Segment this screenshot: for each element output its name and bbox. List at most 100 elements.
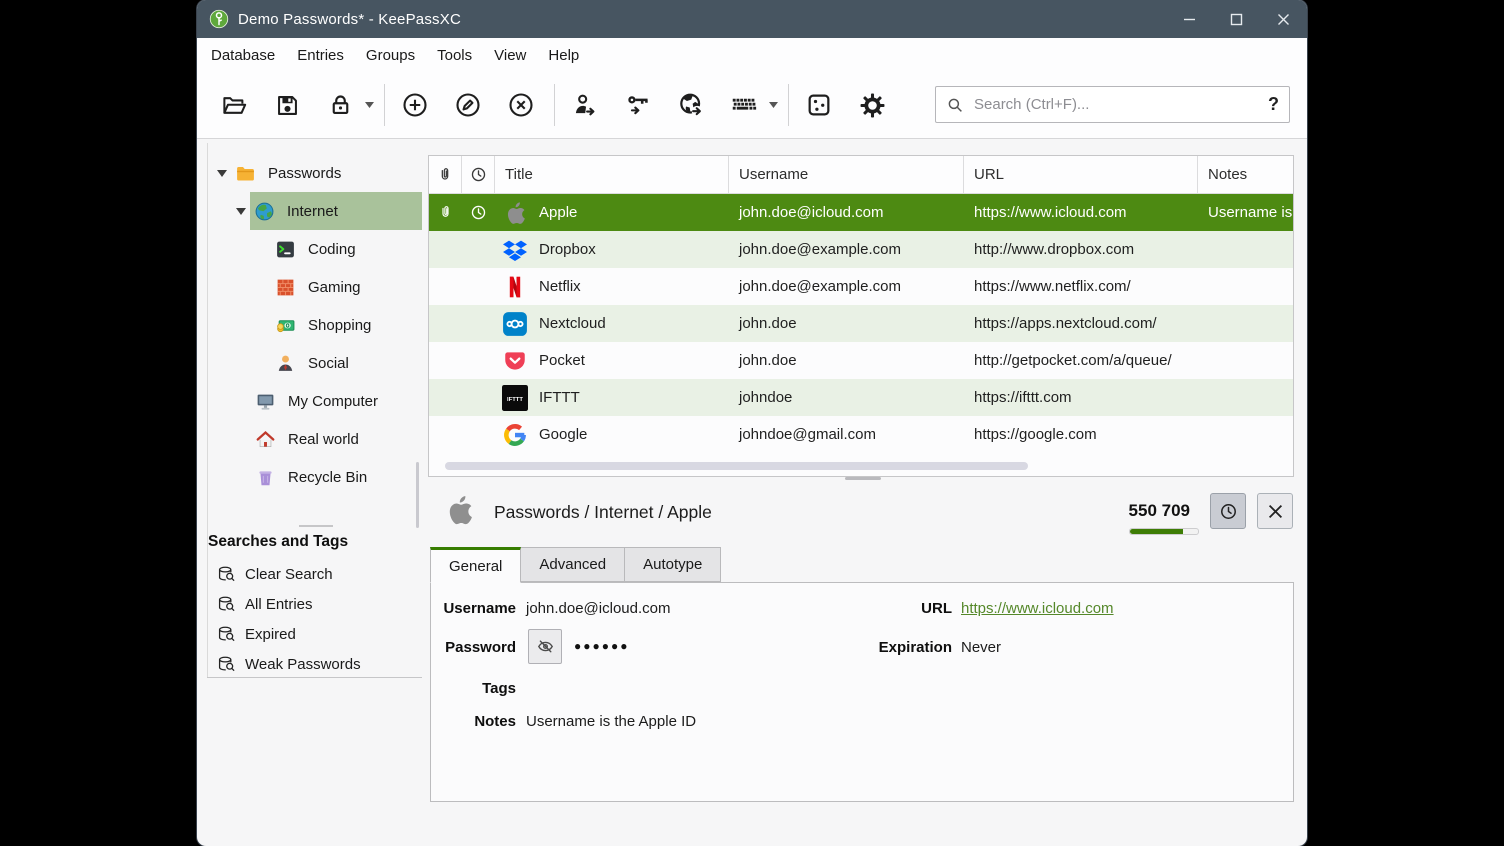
tree-item-shopping[interactable]: Shopping (208, 306, 422, 344)
url-column-header[interactable]: URL (964, 156, 1198, 193)
nextcloud-icon (502, 311, 528, 337)
tree-item-social[interactable]: Social (208, 344, 422, 382)
folder-icon (235, 163, 256, 184)
search-input[interactable] (972, 95, 1260, 114)
open-url-button[interactable] (669, 83, 713, 127)
tree-item-real-world[interactable]: Real world (208, 420, 422, 458)
copy-username-icon (571, 91, 599, 119)
tree-scrollbar[interactable] (416, 462, 419, 528)
open-database-button[interactable] (212, 83, 256, 127)
table-horizontal-scrollbar[interactable] (445, 462, 1028, 470)
tree-item-passwords[interactable]: Passwords (208, 154, 422, 192)
clock-icon (1219, 502, 1238, 521)
menu-database[interactable]: Database (200, 41, 286, 69)
entry-url: https://google.com (964, 426, 1198, 443)
lock-icon (327, 92, 354, 119)
database-search-icon (217, 565, 236, 584)
globe-icon (254, 201, 275, 222)
table-row-ifttt[interactable]: IFTTT IFTTT johndoe https://ifttt.com (429, 379, 1293, 416)
username-value: john.doe@icloud.com (526, 600, 670, 617)
entry-history-button[interactable] (1210, 493, 1246, 529)
save-database-button[interactable] (265, 83, 309, 127)
lock-dropdown-arrow[interactable] (362, 83, 376, 127)
menu-entries[interactable]: Entries (286, 41, 355, 69)
autotype-dropdown-arrow[interactable] (766, 83, 780, 127)
close-preview-button[interactable] (1257, 493, 1293, 529)
tree-item-coding[interactable]: Coding (208, 230, 422, 268)
entry-url: http://getpocket.com/a/queue/ (964, 352, 1198, 369)
expand-arrow[interactable] (215, 170, 229, 177)
tree-item-internet[interactable]: Internet (208, 192, 422, 230)
table-row-dropbox[interactable]: Dropbox john.doe@example.com http://www.… (429, 231, 1293, 268)
username-column-header[interactable]: Username (729, 156, 964, 193)
password-generator-button[interactable] (797, 83, 841, 127)
menu-view[interactable]: View (483, 41, 537, 69)
trash-icon (255, 467, 276, 488)
settings-button[interactable] (850, 83, 894, 127)
copy-username-button[interactable] (563, 83, 607, 127)
tab-general[interactable]: General (430, 547, 521, 583)
tree-item-gaming[interactable]: Gaming (208, 268, 422, 306)
entry-url: https://www.icloud.com (964, 204, 1198, 221)
lock-database-button[interactable] (318, 83, 362, 127)
edit-entry-button[interactable] (446, 83, 490, 127)
searches-and-tags: Searches and Tags Clear Search All Entri… (208, 524, 420, 679)
tab-autotype[interactable]: Autotype (625, 547, 721, 582)
close-window-button[interactable] (1260, 0, 1307, 38)
panel-splitter-handle[interactable] (845, 477, 881, 480)
table-row-netflix[interactable]: Netflix john.doe@example.com https://www… (429, 268, 1293, 305)
search-item-expired[interactable]: Expired (208, 619, 420, 649)
titlebar[interactable]: Demo Passwords* - KeePassXC (197, 0, 1307, 38)
title-column-header[interactable]: Title (495, 156, 729, 193)
add-entry-button[interactable] (393, 83, 437, 127)
tree-item-label: Social (308, 355, 349, 372)
tab-advanced[interactable]: Advanced (521, 547, 625, 582)
delete-entry-button[interactable] (499, 83, 543, 127)
searches-title: Searches and Tags (208, 533, 420, 551)
reveal-password-button[interactable] (528, 629, 562, 664)
search-item-clear-search[interactable]: Clear Search (208, 559, 420, 589)
menu-help[interactable]: Help (537, 41, 590, 69)
globe-arrow-icon (677, 91, 705, 119)
expiration-indicator (462, 204, 495, 221)
entry-title: Dropbox (539, 241, 596, 258)
menu-tools[interactable]: Tools (426, 41, 483, 69)
delete-circle-icon (507, 91, 535, 119)
maximize-button[interactable] (1213, 0, 1260, 38)
menu-groups[interactable]: Groups (355, 41, 426, 69)
clock-icon (470, 204, 487, 221)
url-link[interactable]: https://www.icloud.com (961, 600, 1114, 617)
table-row-apple[interactable]: Apple john.doe@icloud.com https://www.ic… (429, 194, 1293, 231)
netflix-icon (502, 274, 528, 300)
search-help-label[interactable]: ? (1260, 94, 1279, 115)
table-row-pocket[interactable]: Pocket john.doe http://getpocket.com/a/q… (429, 342, 1293, 379)
clock-icon (470, 166, 487, 183)
table-row-google[interactable]: Google johndoe@gmail.com https://google.… (429, 416, 1293, 453)
pocket-icon (502, 348, 528, 374)
copy-password-button[interactable] (616, 83, 660, 127)
attachment-column-header[interactable] (429, 156, 462, 193)
tree-item-label: Coding (308, 241, 356, 258)
expand-arrow[interactable] (234, 208, 248, 215)
expiration-column-header[interactable] (462, 156, 495, 193)
url-label: URL (852, 600, 952, 617)
table-row-nextcloud[interactable]: Nextcloud john.doe https://apps.nextclou… (429, 305, 1293, 342)
tree-item-my-computer[interactable]: My Computer (208, 382, 422, 420)
search-item-label: All Entries (245, 596, 313, 613)
search-item-all-entries[interactable]: All Entries (208, 589, 420, 619)
toolbar: ? (197, 72, 1307, 139)
search-box[interactable]: ? (935, 86, 1290, 123)
tree-item-recycle-bin[interactable]: Recycle Bin (208, 458, 422, 496)
tree-item-label: Recycle Bin (288, 469, 367, 486)
keepassxc-logo-icon (209, 9, 229, 29)
minimize-button[interactable] (1166, 0, 1213, 38)
keepassxc-window: Demo Passwords* - KeePassXC Database Ent… (197, 0, 1307, 846)
search-item-weak-passwords[interactable]: Weak Passwords (208, 649, 420, 679)
tree-item-label: Passwords (268, 165, 341, 182)
entry-title: Pocket (539, 352, 585, 369)
entry-username: john.doe (729, 315, 964, 332)
save-icon (274, 92, 301, 119)
notes-column-header[interactable]: Notes (1198, 156, 1293, 193)
group-tree: Passwords Internet Coding Gaming Sho (208, 154, 422, 496)
autotype-button[interactable] (722, 83, 766, 127)
